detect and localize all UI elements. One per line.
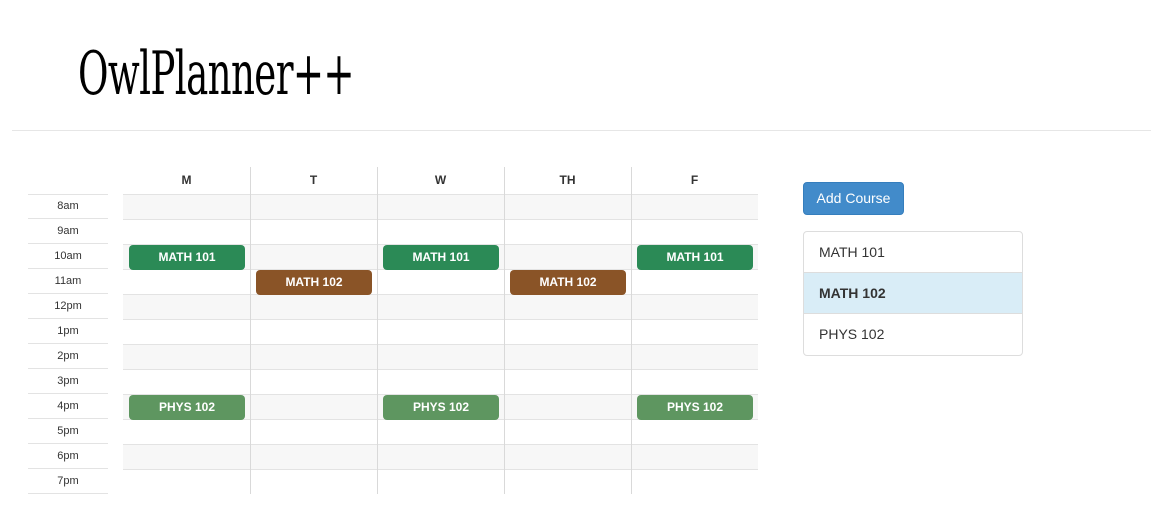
schedule-row: [123, 294, 758, 319]
time-label: 9am: [28, 219, 108, 244]
column-divider: [377, 167, 378, 494]
course-list-item[interactable]: MATH 102: [804, 273, 1022, 314]
add-course-button[interactable]: Add Course: [803, 182, 904, 215]
schedule-row: [123, 269, 758, 294]
day-header-m: M: [181, 173, 192, 187]
time-label: 8am: [28, 194, 108, 219]
course-event-math-101[interactable]: MATH 101: [637, 245, 753, 270]
day-header-th: TH: [559, 173, 576, 187]
time-label: 4pm: [28, 394, 108, 419]
course-event-phys-102[interactable]: PHYS 102: [637, 395, 753, 420]
time-label: 12pm: [28, 294, 108, 319]
time-column: 8am 9am 10am 11am 12pm 1pm 2pm 3pm 4pm 5pm 6pm 7pm: [28, 194, 108, 494]
time-label: 10am: [28, 244, 108, 269]
course-event-math-102[interactable]: MATH 102: [510, 270, 626, 295]
schedule-grid: M T W TH F MATH 101 MATH 101 MATH 101 MATH 102 MA…: [123, 167, 758, 494]
time-label: 3pm: [28, 369, 108, 394]
schedule-row: [123, 419, 758, 444]
day-header-f: F: [690, 173, 699, 187]
schedule-row: [123, 219, 758, 244]
header-divider: [12, 130, 1151, 131]
app-title: OwlPlanner++: [78, 39, 355, 109]
column-divider: [504, 167, 505, 494]
course-event-math-101[interactable]: MATH 101: [383, 245, 499, 270]
course-event-math-102[interactable]: MATH 102: [256, 270, 372, 295]
course-list-item[interactable]: PHYS 102: [804, 314, 1022, 355]
time-label: 2pm: [28, 344, 108, 369]
schedule-row: [123, 319, 758, 344]
schedule-row: [123, 194, 758, 219]
schedule-row: [123, 469, 758, 494]
time-label: 6pm: [28, 444, 108, 469]
course-event-phys-102[interactable]: PHYS 102: [383, 395, 499, 420]
course-list-item[interactable]: MATH 101: [804, 232, 1022, 273]
column-divider: [631, 167, 632, 494]
day-header-t: T: [309, 173, 318, 187]
course-event-math-101[interactable]: MATH 101: [129, 245, 245, 270]
time-label: 1pm: [28, 319, 108, 344]
course-list: MATH 101 MATH 102 PHYS 102: [803, 231, 1023, 356]
time-label: 7pm: [28, 469, 108, 494]
day-header-w: W: [434, 173, 447, 187]
time-label: 11am: [28, 269, 108, 294]
course-event-phys-102[interactable]: PHYS 102: [129, 395, 245, 420]
schedule-row: [123, 369, 758, 394]
column-divider: [250, 167, 251, 494]
schedule-row: [123, 444, 758, 469]
time-label: 5pm: [28, 419, 108, 444]
schedule-row: [123, 344, 758, 369]
